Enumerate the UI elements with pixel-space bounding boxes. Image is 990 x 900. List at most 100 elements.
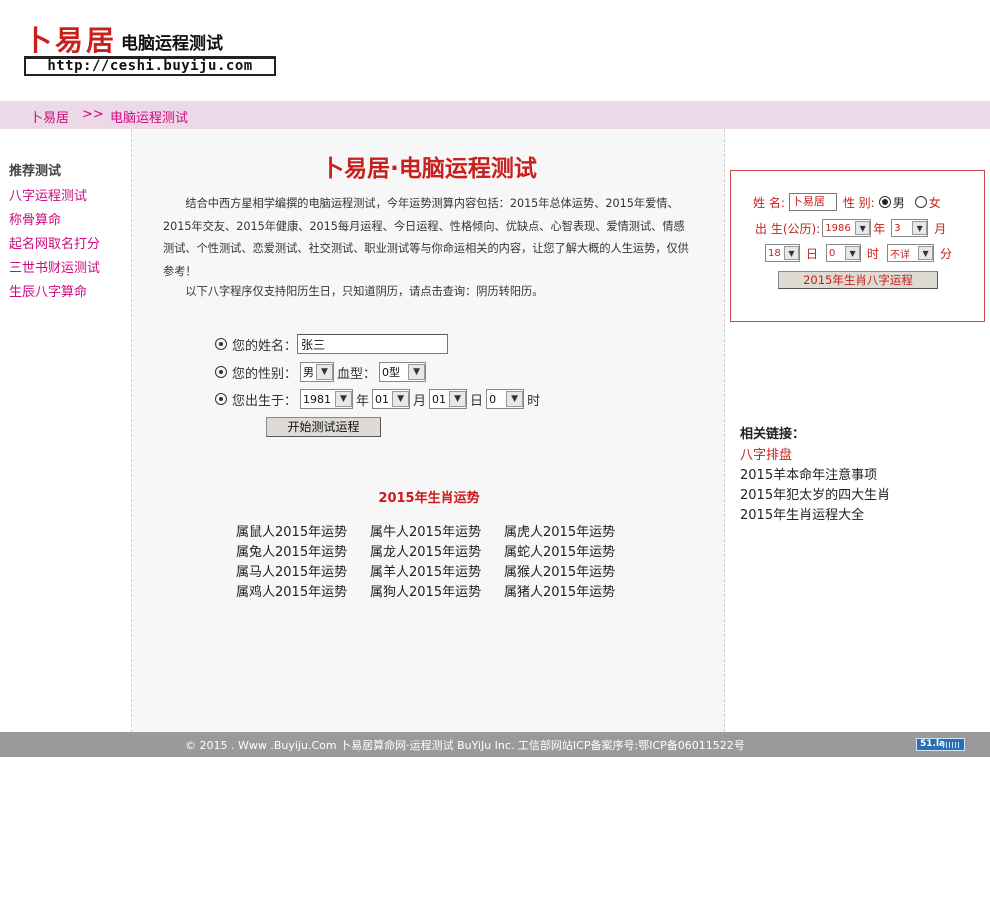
rb-name-label: 姓 名: (753, 195, 785, 210)
page-title: 卜易居·电脑运程测试 (321, 156, 537, 182)
day-unit: 日 (470, 393, 484, 409)
rb-month-unit: 月 (934, 221, 947, 236)
blood-select[interactable]: 0型 ▼ (379, 362, 427, 382)
zodiac-link-horse[interactable]: 属马人2015年运势 (236, 565, 370, 581)
bullet-icon (215, 338, 227, 350)
zodiac-link-ox[interactable]: 属牛人2015年运势 (370, 525, 504, 541)
sidebar-title: 推荐测试 (9, 164, 62, 179)
month-select-value: 01 (375, 392, 390, 406)
hour-select[interactable]: 0 ▼ (486, 389, 525, 409)
zodiac-link-tiger[interactable]: 属虎人2015年运势 (504, 525, 638, 541)
year-select[interactable]: 1981 ▼ (300, 389, 354, 409)
site-logo[interactable]: 卜易居 电脑运程测试 http://ceshi.buyiju.com (24, 18, 276, 80)
rb-month-value: 3 (894, 222, 901, 234)
bar-chart-icon (943, 742, 961, 748)
rb-year-value: 1986 (825, 222, 851, 234)
chevron-down-icon: ▼ (918, 246, 934, 260)
year-select-value: 1981 (303, 392, 332, 406)
main-content: 卜易居·电脑运程测试 结合中西方星相学编撰的电脑运程测试，今年运势测算内容包括：… (133, 129, 725, 732)
breadcrumb-separator: >> (82, 107, 104, 122)
rb-male-label: 男 (892, 195, 905, 210)
birth-row: 您出生于： 1981 ▼ 年 01 ▼ 月 01 ▼ 日 0 ▼ 时 (215, 389, 540, 409)
hour-unit: 时 (527, 393, 541, 409)
hour-select-value: 0 (489, 392, 497, 406)
footer-copyright: © 2015 . Www .Buyiju.Com 卜易居算命网·运程测试 BuY… (185, 739, 745, 752)
zodiac-link-monkey[interactable]: 属猴人2015年运势 (504, 565, 638, 581)
breadcrumb-current-link[interactable]: 电脑运程测试 (110, 107, 188, 126)
logo-url: http://ceshi.buyiju.com (24, 56, 276, 76)
gender-row: 您的性别： 男 ▼ 血型： 0型 ▼ (215, 362, 429, 382)
day-select-value: 01 (432, 392, 447, 406)
rb-minute-value: 不详 (890, 249, 911, 261)
rb-female-label: 女 (928, 195, 941, 210)
zodiac-link-pig[interactable]: 属猪人2015年运势 (504, 585, 638, 601)
rb-male-radio[interactable] (878, 196, 891, 208)
sidebar-item-wealth[interactable]: 三世书财运测试 (9, 257, 100, 276)
chevron-down-icon: ▼ (335, 391, 353, 407)
related-links-title: 相关链接： (740, 427, 806, 442)
right-column: 姓 名: 卜易居 性 别: 男 女 出 生(公历): 1986 ▼ 年 3 ▼ … (726, 129, 990, 732)
rb-birth-label: 出 生(公历): (755, 221, 821, 236)
stats-badge-label: 51.la (920, 739, 946, 749)
breadcrumb-home-link[interactable]: 卜易居 (30, 107, 69, 126)
rb-minute-unit: 分 (940, 246, 953, 261)
rb-day-unit: 日 (806, 246, 819, 261)
bullet-icon (215, 393, 227, 405)
zodiac-link-snake[interactable]: 属蛇人2015年运势 (504, 545, 638, 561)
related-link-zodiac-guide[interactable]: 2015年生肖运程大全 (740, 504, 864, 523)
related-link-bazi-paipan[interactable]: 八字排盘 (740, 444, 792, 463)
related-link-taisui[interactable]: 2015年犯太岁的四大生肖 (740, 484, 890, 503)
sidebar-item-bazi[interactable]: 八字运程测试 (9, 185, 87, 204)
rb-hour-unit: 时 (867, 246, 880, 261)
rb-year-unit: 年 (873, 221, 886, 236)
chevron-down-icon: ▼ (845, 246, 861, 260)
sidebar-item-chenggu[interactable]: 称骨算命 (9, 209, 61, 228)
chevron-down-icon: ▼ (449, 391, 467, 407)
rb-female-radio[interactable] (914, 196, 927, 208)
rb-submit-button[interactable]: 2015年生肖八字运程 (778, 271, 938, 289)
chevron-down-icon: ▼ (506, 391, 524, 407)
intro-text: 结合中西方星相学编撰的电脑运程测试，今年运势测算内容包括：2015年总体运势、2… (163, 197, 689, 278)
year-unit: 年 (356, 393, 370, 409)
lunar-note: 以下八字程序仅支持阳历生日，只知道阴历，请点击查询：阴历转阳历。 (185, 285, 544, 298)
gender-select-value: 男 (303, 366, 315, 379)
quick-bazi-form: 姓 名: 卜易居 性 别: 男 女 出 生(公历): 1986 ▼ 年 3 ▼ … (730, 170, 985, 322)
zodiac-section-title: 2015年生肖运势 (378, 491, 480, 506)
chevron-down-icon: ▼ (912, 221, 928, 235)
chevron-down-icon: ▼ (392, 391, 410, 407)
chevron-down-icon: ▼ (408, 364, 426, 380)
bullet-icon (215, 366, 227, 378)
logo-brand-text: 卜易居 (24, 24, 118, 57)
chevron-down-icon: ▼ (855, 221, 871, 235)
breadcrumb: 卜易居 >> 电脑运程测试 (0, 101, 990, 129)
zodiac-link-dragon[interactable]: 属龙人2015年运势 (370, 545, 504, 561)
start-test-button[interactable]: 开始测试运程 (266, 417, 381, 437)
name-input[interactable] (297, 334, 449, 354)
rb-gender-label: 性 别: (842, 195, 875, 210)
rb-birth-row: 出 生(公历): 1986 ▼ 年 3 ▼ 月 (755, 219, 946, 237)
stats-badge[interactable]: 51.la (916, 738, 965, 751)
rb-year-select[interactable]: 1986 ▼ (822, 219, 872, 237)
rb-minute-select[interactable]: 不详 ▼ (887, 244, 935, 262)
zodiac-link-rooster[interactable]: 属鸡人2015年运势 (236, 585, 370, 601)
sidebar-item-birth-bazi[interactable]: 生辰八字算命 (9, 281, 87, 300)
gender-select[interactable]: 男 ▼ (300, 362, 335, 382)
rb-month-select[interactable]: 3 ▼ (891, 219, 929, 237)
rb-hour-value: 0 (829, 247, 836, 259)
rb-hour-select[interactable]: 0 ▼ (826, 244, 862, 262)
logo-subtitle: 电脑运程测试 (121, 34, 224, 54)
rb-day-select[interactable]: 18 ▼ (765, 244, 800, 262)
zodiac-link-goat[interactable]: 属羊人2015年运势 (370, 565, 504, 581)
month-select[interactable]: 01 ▼ (372, 389, 411, 409)
zodiac-link-dog[interactable]: 属狗人2015年运势 (370, 585, 504, 601)
related-link-benmingnian[interactable]: 2015羊本命年注意事项 (740, 464, 877, 483)
rb-name-input[interactable]: 卜易居 (788, 193, 837, 211)
zodiac-links-grid: 属鼠人2015年运势 属牛人2015年运势 属虎人2015年运势 属兔人2015… (236, 525, 636, 601)
blood-label: 血型： (337, 366, 377, 382)
chevron-down-icon: ▼ (784, 246, 799, 260)
zodiac-link-rabbit[interactable]: 属兔人2015年运势 (236, 545, 370, 561)
rb-name-row: 姓 名: 卜易居 性 别: 男 女 (753, 193, 941, 211)
zodiac-link-rat[interactable]: 属鼠人2015年运势 (236, 525, 370, 541)
sidebar-item-naming[interactable]: 起名网取名打分 (9, 233, 100, 252)
day-select[interactable]: 01 ▼ (429, 389, 468, 409)
